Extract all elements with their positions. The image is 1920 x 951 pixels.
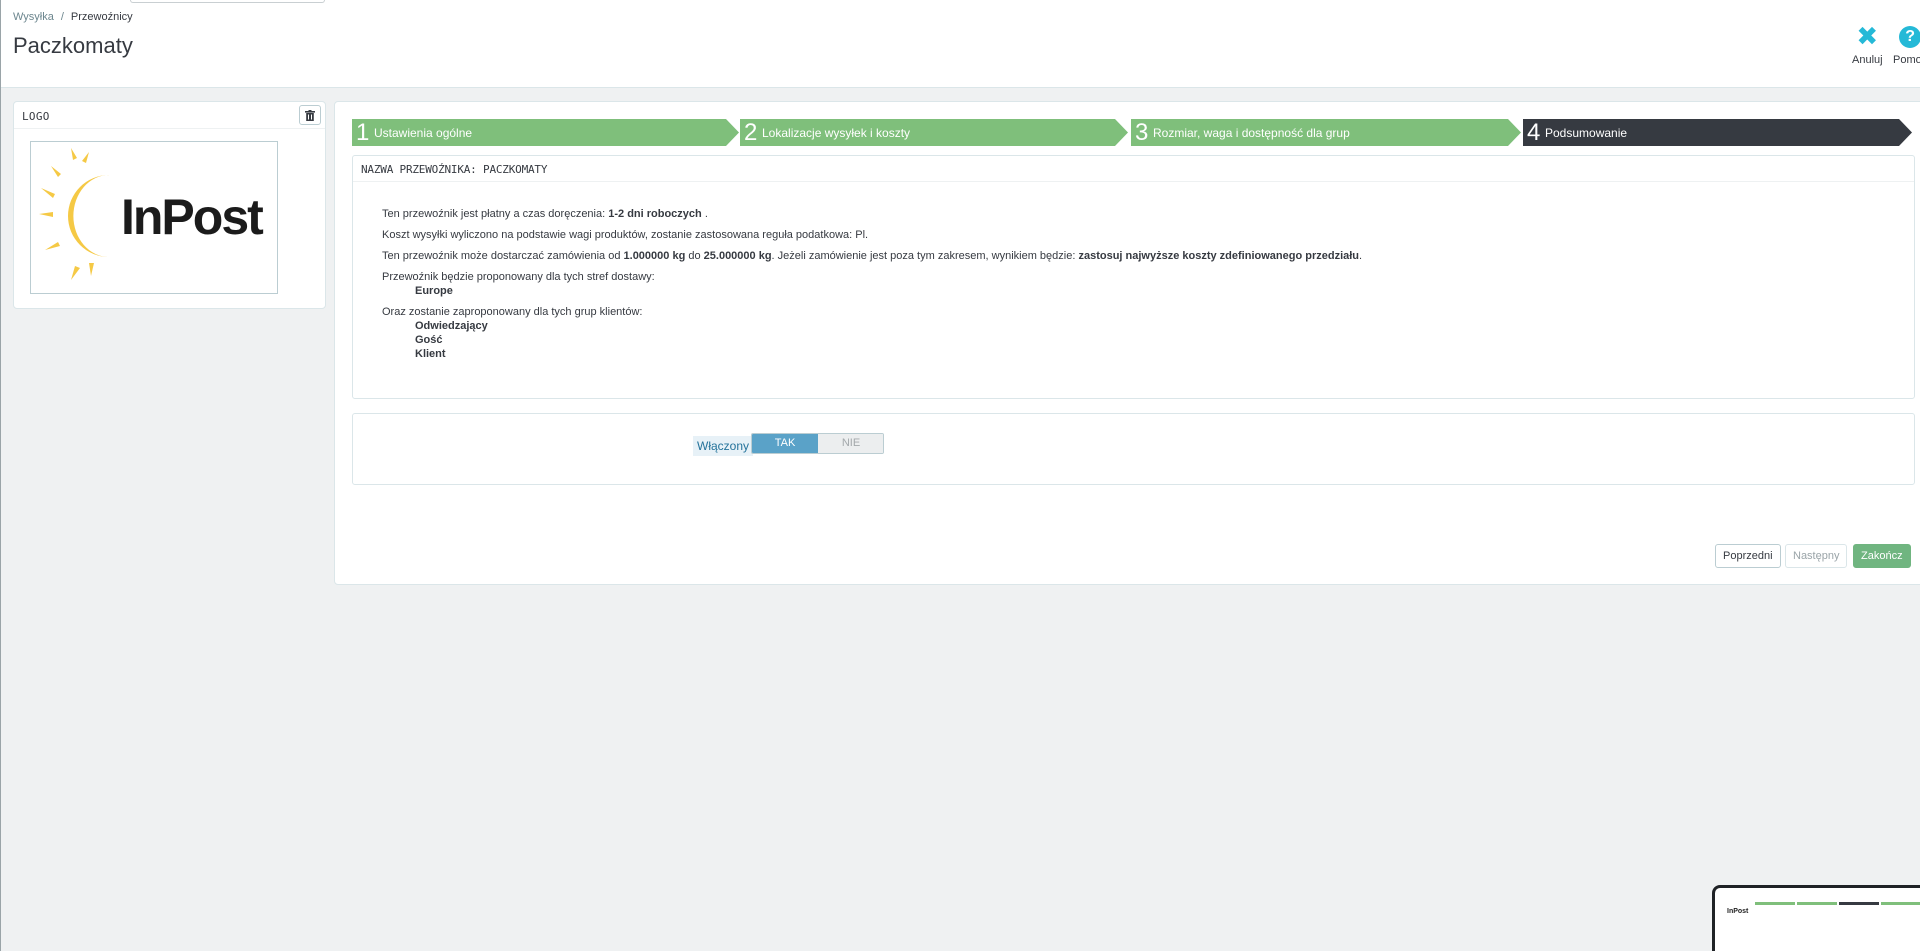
- step-number: 4: [1527, 119, 1541, 146]
- thumb-step-bar: [1881, 902, 1920, 905]
- logo-panel: LOGO InPost: [13, 101, 326, 309]
- summary-weight-range: Ten przewoźnik może dostarczać zamówieni…: [382, 249, 1362, 263]
- min-weight: 1.000000 kg: [623, 250, 686, 262]
- cancel-button[interactable]: ✖ Anuluj: [1852, 22, 1883, 66]
- carrier-wizard-panel: 1 Ustawienia ogólne 2 Lokalizacje wysyłe…: [334, 101, 1920, 585]
- step-number: 2: [744, 119, 758, 146]
- screenshot-thumbnail[interactable]: InPost: [1712, 885, 1920, 951]
- switch-no[interactable]: NIE: [818, 434, 883, 453]
- groups-intro: Oraz zostanie zaproponowany dla tych gru…: [382, 306, 643, 318]
- text: .: [1359, 250, 1363, 262]
- text: . Jeżeli zamówienie jest poza tym zakres…: [771, 250, 1079, 262]
- group-item: Klient: [415, 348, 446, 360]
- thumb-logo: InPost: [1727, 908, 1749, 915]
- help-label: Pomoc: [1893, 54, 1920, 66]
- summary-delivery-time: Ten przewoźnik jest płatny a czas doręcz…: [382, 207, 1362, 221]
- text: do: [685, 250, 704, 262]
- wizard-step-3[interactable]: 3 Rozmiar, waga i dostępność dla grup: [1131, 119, 1521, 146]
- carrier-name-heading: NAZWA PRZEWOŹNIKA: PACZKOMATY: [353, 156, 1914, 182]
- question-circle-icon: ?: [1899, 26, 1920, 48]
- delivery-time-value: 1-2 dni roboczych: [608, 208, 702, 220]
- finish-button[interactable]: Zakończ: [1853, 544, 1911, 568]
- step-label: Ustawienia ogólne: [374, 126, 473, 140]
- trash-icon: [305, 110, 315, 121]
- breadcrumb-item-carriers[interactable]: Przewoźnicy: [71, 11, 133, 23]
- next-button[interactable]: Następny: [1785, 544, 1848, 568]
- out-of-range-behavior: zastosuj najwyższe koszty zdefiniowanego…: [1078, 250, 1360, 262]
- logo-wordmark: InPost: [121, 189, 264, 245]
- close-icon: ✖: [1856, 22, 1879, 52]
- carrier-logo-image: InPost: [30, 141, 278, 294]
- breadcrumb: Wysyłka / Przewoźnicy: [13, 11, 133, 23]
- summary-body: Ten przewoźnik jest płatny a czas doręcz…: [382, 207, 1362, 361]
- page-title: Paczkomaty: [13, 33, 133, 58]
- zone-item: Europe: [415, 285, 453, 297]
- wizard-step-2[interactable]: 2 Lokalizacje wysyłek i koszty: [740, 119, 1128, 146]
- group-item: Odwiedzający: [415, 320, 488, 332]
- help-button[interactable]: ? Pomoc: [1893, 26, 1920, 66]
- step-number: 3: [1135, 119, 1149, 146]
- thumb-step-bar: [1839, 902, 1879, 905]
- summary-section: NAZWA PRZEWOŹNIKA: PACZKOMATY Ten przewo…: [352, 155, 1915, 399]
- wizard-step-4-active[interactable]: 4 Podsumowanie: [1523, 119, 1912, 146]
- left-edge-line: [0, 0, 1, 951]
- previous-button[interactable]: Poprzedni: [1715, 544, 1781, 568]
- page-header: Wysyłka / Przewoźnicy Paczkomaty ✖ Anuluj …: [0, 0, 1920, 951]
- delete-logo-button[interactable]: [299, 105, 321, 125]
- zones-intro: Przewoźnik będzie proponowany dla tych s…: [382, 271, 655, 283]
- thumb-step-bar: [1797, 902, 1837, 905]
- text: Ten przewoźnik jest płatny a czas doręcz…: [382, 208, 609, 220]
- step-label: Lokalizacje wysyłek i koszty: [762, 126, 911, 140]
- wizard-steps: 1 Ustawienia ogólne 2 Lokalizacje wysyłe…: [352, 119, 1912, 146]
- status-section: Włączony TAK NIE: [352, 413, 1915, 485]
- thumb-step-bar: [1755, 902, 1795, 905]
- summary-shipping-cost: Koszt wysyłki wyliczono na podstawie wag…: [382, 229, 869, 241]
- text: .: [701, 208, 708, 220]
- enabled-switch[interactable]: TAK NIE: [751, 433, 884, 454]
- step-number: 1: [356, 119, 370, 146]
- group-item: Gość: [415, 334, 443, 346]
- switch-yes[interactable]: TAK: [752, 434, 818, 453]
- text: Ten przewoźnik może dostarczać zamówieni…: [382, 250, 624, 262]
- step-label: Podsumowanie: [1545, 126, 1628, 140]
- logo-panel-title: LOGO: [14, 102, 325, 129]
- step-label: Rozmiar, waga i dostępność dla grup: [1153, 126, 1350, 140]
- max-weight: 25.000000 kg: [703, 250, 772, 262]
- enabled-label: Włączony: [693, 436, 754, 456]
- inpost-logo: InPost: [39, 148, 266, 280]
- cancel-label: Anuluj: [1852, 54, 1883, 66]
- breadcrumb-separator: /: [60, 11, 64, 23]
- top-overlay-tab: [130, 0, 325, 3]
- wizard-step-1[interactable]: 1 Ustawienia ogólne: [352, 119, 739, 146]
- breadcrumb-item-shipping[interactable]: Wysyłka: [13, 11, 54, 23]
